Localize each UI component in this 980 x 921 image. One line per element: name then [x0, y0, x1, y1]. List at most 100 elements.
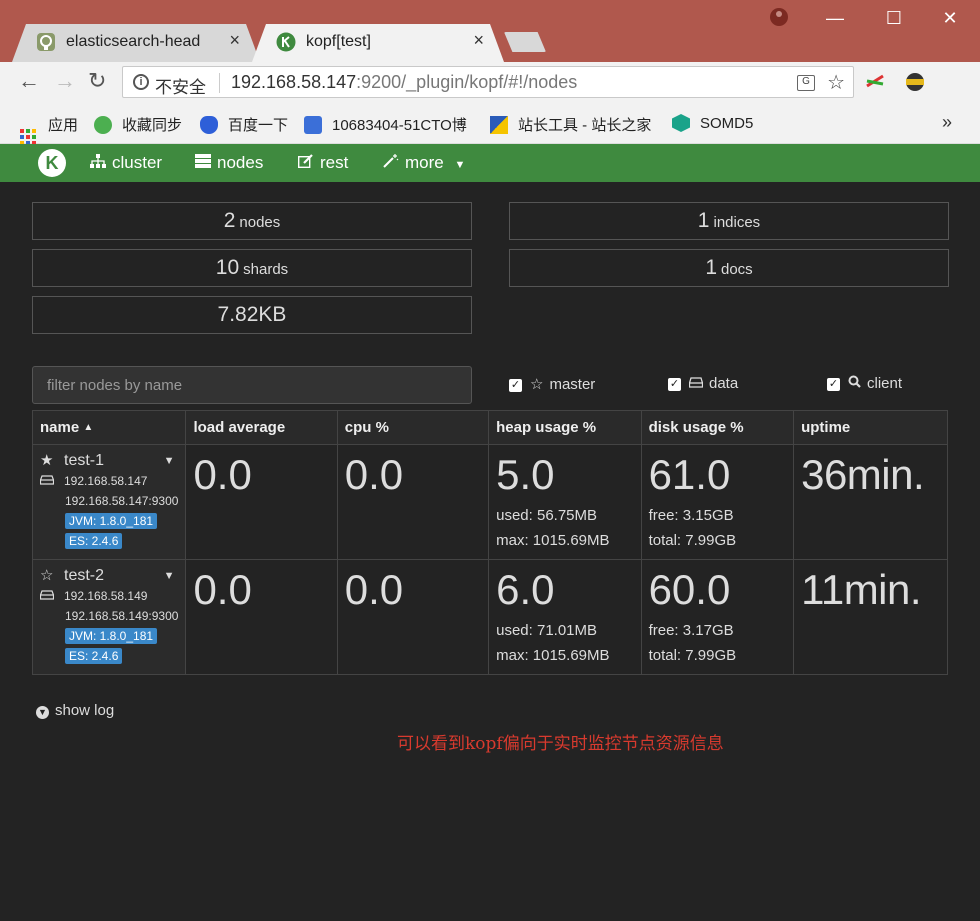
search-icon [848, 375, 861, 388]
uptime-cell: 11min. [793, 559, 948, 675]
bookmarks-more-icon[interactable]: » [942, 112, 952, 133]
table-row: ★ test-1 ▼ 192.168.58.147 192.168.58.147:… [31, 444, 948, 560]
uptime-value: 36min. [801, 451, 925, 498]
column-header-cpu: cpu % [336, 410, 490, 445]
checkbox-checked-icon: ✓ [668, 378, 681, 391]
close-window-icon[interactable]: ✕ [938, 8, 962, 29]
master-star-filled-icon: ★ [40, 452, 54, 469]
nav-label: cluster [112, 153, 163, 172]
disk-total: total: 7.99GB [648, 647, 737, 664]
cpu-value: 0.0 [344, 451, 404, 498]
nav-cluster[interactable]: cluster [90, 153, 162, 173]
divider [219, 73, 220, 93]
md5-extension-icon[interactable] [904, 72, 926, 92]
bookmark-label: SOMD5 [700, 115, 754, 132]
heap-value: 6.0 [496, 566, 555, 613]
disk-value: 60.0 [648, 566, 731, 613]
kopf-navbar: K cluster nodes rest more ▼ [0, 144, 980, 182]
reload-icon[interactable]: ↻ [88, 68, 106, 94]
stat-value: 1 [705, 256, 717, 279]
node-ip: 192.168.58.149 [39, 586, 178, 606]
bookmark-51cto[interactable]: 10683404-51CTO博 [304, 114, 472, 135]
caret-down-icon: ▼ [454, 159, 466, 171]
url-host: 192.168.58.147 [231, 72, 357, 92]
stat-docs: 1 docs [509, 249, 949, 287]
kopf-logo[interactable]: K [38, 149, 66, 177]
disk-value: 61.0 [648, 451, 731, 498]
disk-total: total: 7.99GB [648, 532, 737, 549]
sync-icon [94, 116, 112, 134]
checkbox-checked-icon: ✓ [827, 378, 840, 391]
bookmark-baidu[interactable]: 百度一下 [200, 114, 288, 135]
client-filter-checkbox[interactable]: ✓ client [827, 375, 902, 392]
bookmark-label: 百度一下 [228, 117, 289, 134]
browser-titlebar: elasticsearch-head × kopf[test] × — ☐ ✕ [0, 0, 980, 62]
cpu-value: 0.0 [344, 566, 404, 613]
disk-cell: 61.0 free: 3.15GB total: 7.99GB [640, 444, 795, 560]
es-version-badge: ES: 2.4.6 [65, 648, 123, 664]
translate-icon[interactable]: G [797, 75, 815, 91]
maximize-icon[interactable]: ☐ [882, 8, 906, 29]
data-filter-checkbox[interactable]: ✓ data [668, 375, 738, 392]
column-header-heap: heap usage % [488, 410, 642, 445]
jvm-version-badge: JVM: 1.8.0_181 [65, 628, 158, 644]
bookmark-somd5[interactable]: SOMD5 [672, 114, 753, 132]
heap-used: used: 56.75MB [496, 507, 598, 524]
disk-free: free: 3.15GB [648, 507, 734, 524]
disk-details: free: 3.15GB total: 7.99GB [649, 503, 787, 553]
node-name: ☆ test-2 ▼ [40, 566, 178, 586]
node-actions-caret-icon[interactable]: ▼ [164, 566, 175, 586]
node-name-cell: ★ test-1 ▼ 192.168.58.147 192.168.58.147:… [31, 444, 187, 560]
header-label: name [40, 419, 80, 436]
extension-icon[interactable] [864, 72, 886, 92]
info-icon[interactable]: i [133, 74, 149, 90]
column-header-uptime: uptime [793, 410, 948, 445]
bookmark-chinaz[interactable]: 站长工具 - 站长之家 [490, 114, 651, 135]
stat-value: 2 [223, 209, 236, 232]
cpu-cell: 0.0 [336, 559, 490, 675]
bookmark-apps[interactable]: 应用 [20, 114, 78, 145]
disk-cell: 60.0 free: 3.17GB total: 7.99GB [640, 559, 795, 675]
column-header-name[interactable]: name ▲ [31, 410, 187, 445]
tab-title: kopf[test] [306, 33, 371, 50]
nav-rest[interactable]: rest [298, 153, 348, 173]
show-log-toggle[interactable]: ▼ show log [36, 702, 114, 719]
node-actions-caret-icon[interactable]: ▼ [164, 451, 175, 471]
cpu-cell: 0.0 [336, 444, 490, 560]
checkbox-label: master [549, 376, 596, 393]
checkbox-label: client [867, 375, 903, 392]
nav-more[interactable]: more ▼ [383, 153, 465, 173]
tab-elasticsearch-head[interactable]: elasticsearch-head × [12, 24, 260, 62]
heap-cell: 6.0 used: 71.01MB max: 1015.69MB [488, 559, 642, 675]
nav-nodes[interactable]: nodes [195, 153, 263, 173]
hdd-icon [39, 590, 55, 600]
url-text[interactable]: 192.168.58.147:9200/_plugin/kopf/#!/node… [231, 72, 577, 93]
bookmark-sync[interactable]: 收藏同步 [94, 114, 182, 135]
nodes-table: name ▲ load average cpu % heap usage % d… [31, 410, 948, 675]
minimize-icon[interactable]: — [823, 8, 847, 29]
back-icon[interactable]: ← [18, 68, 40, 94]
master-filter-checkbox[interactable]: ✓ ☆ master [509, 375, 595, 393]
somd5-icon [672, 114, 690, 132]
forward-icon[interactable]: → [54, 68, 76, 94]
address-bar[interactable]: i 不安全 192.168.58.147:9200/_plugin/kopf/#… [122, 66, 854, 98]
filter-nodes-input[interactable] [32, 366, 472, 404]
profile-icon[interactable] [770, 8, 788, 26]
es-version-badge: ES: 2.4.6 [65, 533, 123, 549]
node-ip-text: 192.168.58.147 [64, 474, 148, 488]
load-average-value: 0.0 [193, 566, 252, 613]
chinaz-icon [490, 116, 508, 134]
bookmark-label: 站长工具 - 站长之家 [518, 117, 652, 134]
node-name: ★ test-1 ▼ [40, 451, 178, 471]
url-path: :9200/_plugin/kopf/#!/nodes [356, 72, 578, 92]
tab-close-icon[interactable]: × [473, 30, 484, 51]
tab-kopf[interactable]: kopf[test] × [252, 24, 504, 62]
load-average-value: 0.0 [193, 451, 252, 498]
new-tab-button[interactable] [504, 32, 546, 52]
sitemap-icon [90, 154, 106, 168]
bookmark-star-icon[interactable]: ☆ [827, 70, 845, 95]
stat-label: indices [713, 214, 761, 231]
tab-close-icon[interactable]: × [229, 30, 240, 51]
tab-title: elasticsearch-head [66, 33, 201, 50]
bookmark-label: 应用 [48, 117, 79, 134]
